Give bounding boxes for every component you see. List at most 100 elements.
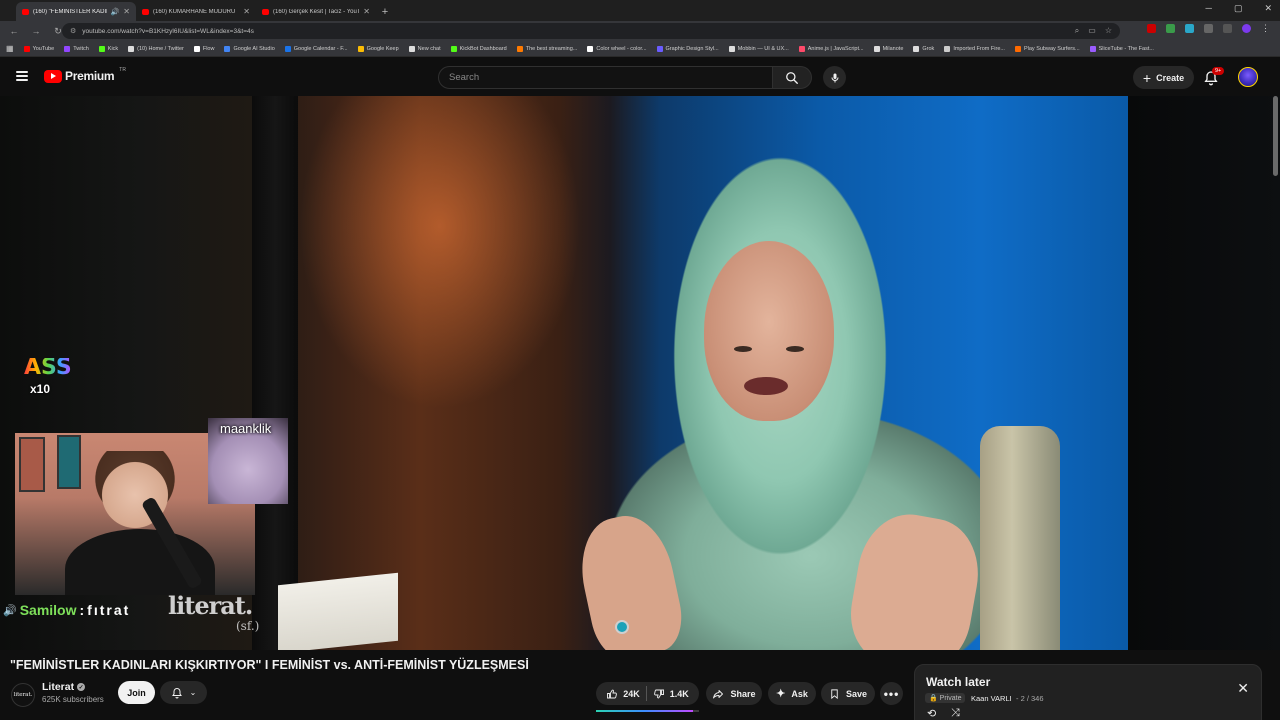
new-tab-button[interactable]: + [376,2,394,21]
profile-icon[interactable] [1242,24,1251,33]
bookmark-item[interactable]: Google Keep [357,45,399,52]
close-tab-icon[interactable]: ✕ [123,7,130,16]
channel-name-row[interactable]: Literat ✓ [42,681,86,693]
page-scrollbar[interactable] [1273,96,1278,176]
video-player[interactable]: ASS x10 maanklik literat. (sf.) 🔊 Samilo… [0,96,1280,650]
speaker-icon[interactable]: 🔊 [111,8,120,16]
bookmark-item[interactable]: SliceTube - The Fast... [1089,45,1154,52]
bookmark-item[interactable]: Anime.js | JavaScript... [798,45,864,52]
tab-feministler[interactable]: (160) "FEMİNİSTLER KADIN 🔊 ✕ [16,2,136,21]
address-bar[interactable]: ⚙ youtube.com/watch?v=B1KHzyl6IU&list=WL… [62,23,1120,39]
channel-name[interactable]: Literat [42,681,74,693]
bookmark-label: Grok [922,45,935,52]
bookmark-item[interactable]: New chat [408,45,441,52]
bookmark-favicon-icon [23,45,30,52]
bookmark-favicon-icon [98,45,105,52]
playlist-owner[interactable]: Kaan VARLI [971,694,1012,703]
bookmark-item[interactable]: YouTube [23,45,54,52]
like-button[interactable]: 24K [606,688,640,700]
maximize-icon[interactable]: ▢ [1234,3,1243,14]
bookmark-item[interactable]: Mobbin — UI & UX... [728,45,789,52]
loop-icon[interactable]: ⟲ [927,707,936,720]
lock-icon: 🔒 [929,695,938,702]
tab-kumarhane[interactable]: (160) KUMARHANE MÜDÜRÜ ✕ [136,2,256,21]
share-button[interactable]: Share [706,682,762,705]
zoom-icon[interactable]: ⌕ [1075,26,1079,36]
dislike-button[interactable]: 1.4K [653,688,689,700]
close-tab-icon[interactable]: ✕ [243,7,250,16]
voice-search-button[interactable] [823,66,846,89]
ask-button[interactable]: ✦ Ask [768,682,816,705]
close-playlist-icon[interactable]: ✕ [1237,680,1249,697]
bookmark-label: Play Subway Surfers... [1023,45,1080,52]
extension-icon[interactable] [1166,24,1175,33]
search-input[interactable]: Search [438,66,773,89]
turquoise-ring [615,620,629,634]
verified-check-icon: ✓ [77,683,86,691]
bell-icon [171,687,182,698]
eye [734,346,752,352]
bookmark-item[interactable]: Graphic Design Styl... [656,45,719,52]
extension-icon[interactable] [1147,24,1156,33]
shuffle-icon[interactable]: ⤨ [951,707,960,720]
bookmark-item[interactable]: Kick [98,45,119,52]
bookmark-label: SliceTube - The Fast... [1098,45,1154,52]
bookmark-item[interactable]: Twitch [64,45,89,52]
account-avatar[interactable] [1238,67,1258,87]
join-button[interactable]: Join [118,681,155,704]
bookmark-favicon-icon [224,45,231,52]
bookmark-favicon-icon [193,45,200,52]
bookmark-item[interactable]: Flow [193,45,214,52]
privacy-label: Private [939,695,962,702]
playlist-title[interactable]: Watch later [926,675,990,689]
channel-avatar[interactable]: literat. [11,683,35,707]
cast-icon[interactable]: ▭ [1088,26,1096,36]
stream-badge-multiplier: x10 [30,382,51,396]
close-tab-icon[interactable]: ✕ [363,7,370,16]
bookmark-item[interactable]: Milanote [873,45,903,52]
bookmark-favicon-icon [944,45,951,52]
bookmark-label: Kick [107,45,119,52]
bookmark-star-icon[interactable]: ☆ [1105,26,1112,36]
extension-icon[interactable] [1185,24,1194,33]
bookmark-favicon-icon [516,45,523,52]
apps-grid-icon[interactable]: ▦ [6,44,14,53]
bookmark-item[interactable]: Imported From Fire... [944,45,1005,52]
share-icon [713,689,724,698]
minimize-icon[interactable]: ─ [1206,3,1212,14]
back-icon[interactable]: ← [8,26,20,36]
like-dislike-group: 24K 1.4K [596,682,699,705]
save-button[interactable]: Save [821,682,875,705]
youtube-premium-logo[interactable]: Premium TR [44,67,126,83]
bookmark-item[interactable]: Play Subway Surfers... [1014,45,1080,52]
playlist-position: - 2 / 346 [1016,694,1044,703]
bookmark-item[interactable]: Google Calendar - F... [284,45,348,52]
download-icon[interactable] [1223,24,1232,33]
microphone-icon [831,73,838,82]
bookmark-item[interactable]: Color wheel - color... [587,45,647,52]
guest-name: maanklik [220,421,272,436]
menu-dots-icon[interactable]: ⋮ [1261,24,1270,33]
speaker-jacket [980,426,1060,650]
tab-gercek-kesit[interactable]: (160) Gerçek Kesit | Taciz - YouT ✕ [256,2,376,21]
bookmark-favicon-icon [64,45,71,52]
bookmark-label: (10) Home / Twitter [137,45,184,52]
site-info-icon[interactable]: ⚙ [70,27,76,35]
bookmark-item[interactable]: Grok [913,45,935,52]
speaker-face [704,241,834,421]
subscription-notifications-button[interactable]: ⌄ [160,681,207,704]
hamburger-menu-icon[interactable] [16,71,28,81]
more-actions-button[interactable]: ••• [880,682,903,705]
close-window-icon[interactable]: ✕ [1264,3,1272,14]
bookmark-item[interactable]: (10) Home / Twitter [128,45,184,52]
bookmark-favicon-icon [798,45,805,52]
puzzle-icon[interactable] [1204,24,1213,33]
bookmark-item[interactable]: The best streaming... [516,45,577,52]
create-button[interactable]: + Create [1133,66,1194,89]
forward-icon[interactable]: → [30,26,42,36]
bookmark-item[interactable]: Google AI Studio [224,45,275,52]
bookmark-item[interactable]: KickBot Dashboard [450,45,507,52]
search-button[interactable] [772,66,812,89]
video-title: "FEMİNİSTLER KADINLARI KIŞKIRTIYOR" I FE… [10,658,529,672]
literat-watermark: literat. [168,591,253,620]
